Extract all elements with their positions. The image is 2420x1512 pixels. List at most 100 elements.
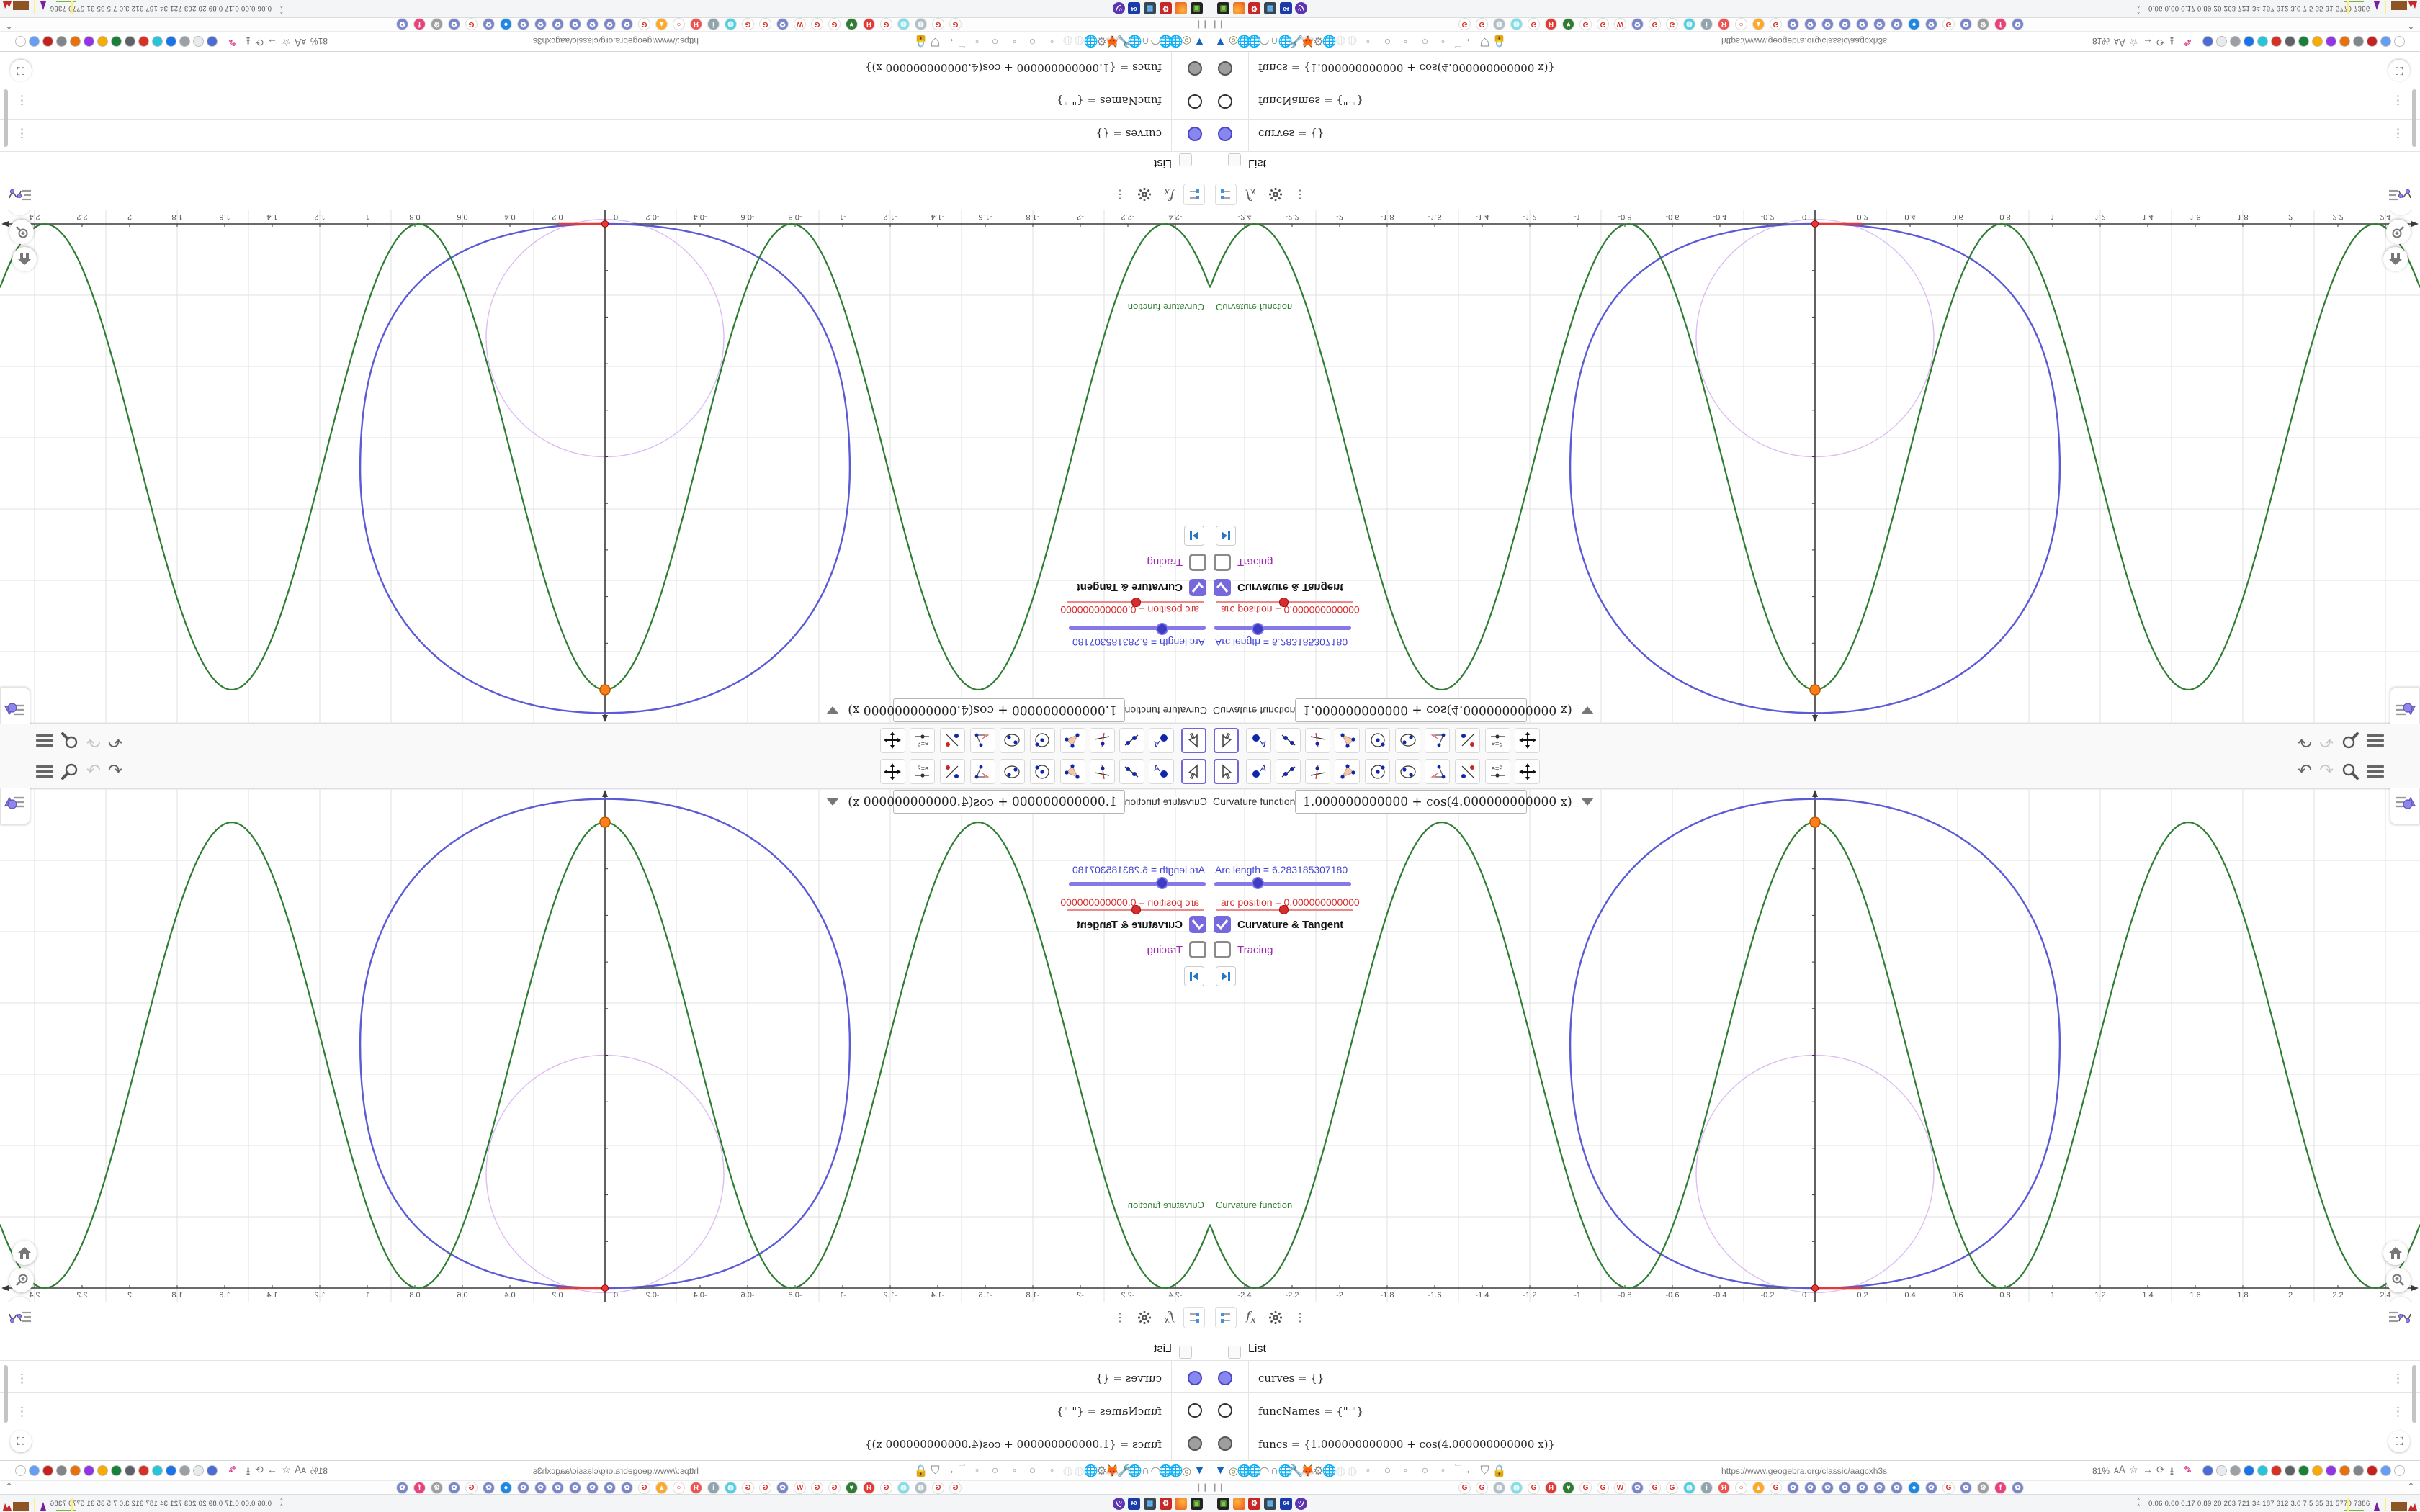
function-dropdown[interactable]: 1.000000000000 + cos(4.000000000000 x) — [1295, 698, 1594, 722]
extension-icon[interactable] — [42, 36, 53, 47]
visibility-toggle-curves[interactable] — [1188, 1371, 1202, 1385]
visibility-toggle-curves[interactable] — [1218, 1371, 1232, 1385]
extension-icon[interactable] — [2285, 1465, 2295, 1476]
collapse-chevron-icon[interactable]: ⌃ — [2407, 1481, 2415, 1493]
extension-icon[interactable]: ⛉ — [1478, 1464, 1492, 1477]
tab-favicon[interactable]: G — [932, 18, 944, 30]
tab-favicon[interactable]: ✿ — [1839, 1482, 1851, 1494]
extension-icon[interactable]: ▼ — [1193, 35, 1206, 48]
home-button[interactable] — [12, 247, 37, 271]
algebra-scrollbar[interactable] — [4, 89, 8, 147]
extension-icon[interactable]: ⛉ — [1478, 35, 1492, 48]
extension-icon[interactable] — [42, 1465, 53, 1476]
forward-icon[interactable]: → — [2143, 37, 2153, 48]
tab-favicon[interactable]: G — [811, 18, 823, 30]
taskbar-app-6[interactable]: ツ — [1113, 1498, 1125, 1510]
extension-icon[interactable] — [2394, 36, 2405, 47]
tab-favicon[interactable]: i — [1700, 18, 1713, 30]
taskbar-app-1[interactable]: ▣ — [1191, 2, 1203, 14]
line-tool-button[interactable] — [1119, 728, 1144, 753]
tab-favicon[interactable]: ○ — [1735, 18, 1747, 30]
tab-favicon[interactable]: f — [413, 18, 426, 30]
step-forward-button[interactable] — [1184, 526, 1204, 546]
function-dropdown[interactable]: 1.000000000000 + cos(4.000000000000 x) — [826, 698, 1125, 722]
extension-icon[interactable] — [193, 1465, 204, 1476]
extension-icon[interactable] — [2285, 36, 2295, 47]
tab-favicon[interactable]: G — [1770, 1482, 1782, 1494]
tab-favicon[interactable]: ✿ — [1821, 18, 1834, 30]
tab-favicon[interactable]: ○ — [673, 18, 685, 30]
extension-icon[interactable] — [70, 36, 81, 47]
translate-icon[interactable]: 🗚 — [295, 1464, 306, 1476]
tab-favicon[interactable]: ✿ — [1804, 1482, 1816, 1494]
extension-icon[interactable] — [2339, 1465, 2350, 1476]
tab-favicon[interactable]: ✿ — [448, 1482, 460, 1494]
curvature-tangent-checkbox[interactable] — [1189, 916, 1206, 933]
circle-tool-button[interactable] — [1365, 759, 1390, 784]
polygon-tool-button[interactable] — [1060, 759, 1085, 784]
step-forward-button[interactable] — [1184, 966, 1204, 986]
tab-favicon[interactable]: ✿ — [534, 1482, 547, 1494]
tab-favicon[interactable]: ✿ — [1821, 1482, 1834, 1494]
extension-icon[interactable] — [2312, 1465, 2323, 1476]
extension-icon[interactable]: ← — [943, 1464, 956, 1477]
row-menu-funcnames[interactable]: ⋮ — [2392, 1405, 2404, 1419]
collapse-chevron-icon[interactable]: ⌃ — [5, 19, 13, 31]
tab-favicon[interactable]: ✿ — [517, 18, 529, 30]
tab-favicon[interactable]: ✿ — [1960, 1482, 1972, 1494]
row-menu-funcnames[interactable]: ⋮ — [16, 93, 28, 107]
circle-tool-button[interactable] — [1365, 728, 1390, 753]
tab-favicon[interactable]: ⚙ — [431, 1482, 443, 1494]
address-bar-url[interactable]: https://www.geogebra.org/classic/aagcxh3… — [533, 1466, 699, 1476]
tab-favicon[interactable]: W — [794, 18, 806, 30]
line-tool-button[interactable] — [1119, 759, 1144, 784]
move-tool-button[interactable] — [1181, 728, 1206, 753]
extension-icon[interactable]: ○ — [1381, 1464, 1394, 1477]
extension-icon[interactable] — [2367, 1465, 2378, 1476]
tab-favicon[interactable]: G — [828, 18, 841, 30]
extension-icon[interactable] — [166, 1465, 176, 1476]
tab-favicon[interactable]: ✿ — [604, 18, 616, 30]
extension-icon[interactable]: ◦ — [1361, 1464, 1375, 1477]
tab-favicon[interactable]: G — [1579, 18, 1592, 30]
visibility-toggle-funcs[interactable] — [1188, 1436, 1202, 1451]
address-bar-url[interactable]: https://www.geogebra.org/classic/aagcxh3… — [1721, 36, 1887, 46]
tab-favicon[interactable]: ✿ — [1631, 18, 1644, 30]
tab-favicon[interactable]: G — [1770, 18, 1782, 30]
tab-favicon[interactable]: ◍ — [897, 1482, 910, 1494]
collapse-list-button[interactable]: − — [1179, 1346, 1192, 1359]
tab-favicon[interactable]: G — [1942, 18, 1955, 30]
algebra-row-curves[interactable]: curves = {} — [1258, 127, 1324, 140]
tab-favicon[interactable]: G — [742, 1482, 754, 1494]
home-button[interactable] — [12, 1241, 37, 1265]
tab-favicon[interactable]: Я — [1718, 18, 1730, 30]
algebra-view-button[interactable] — [2387, 184, 2413, 205]
tab-favicon[interactable]: G — [880, 1482, 892, 1494]
taskbar-app-firefox[interactable] — [1175, 1498, 1187, 1510]
extension-icon[interactable] — [2202, 36, 2213, 47]
extension-icon[interactable] — [2216, 36, 2227, 47]
polygon-tool-button[interactable] — [1335, 728, 1360, 753]
extension-icon[interactable] — [207, 1465, 218, 1476]
tab-favicon[interactable]: ✿ — [552, 1482, 564, 1494]
tab-favicon[interactable]: i — [707, 18, 720, 30]
tab-favicon[interactable]: Я — [863, 1482, 875, 1494]
tab-favicon[interactable]: ✿ — [586, 1482, 599, 1494]
tab-favicon[interactable]: ◍ — [897, 18, 910, 30]
extension-icon[interactable]: ⛉ — [928, 1464, 942, 1477]
taskbar-app-5[interactable]: 64 — [1280, 2, 1292, 14]
tab-favicon[interactable]: ✿ — [604, 1482, 616, 1494]
tab-favicon[interactable]: ● — [1908, 18, 1920, 30]
extension-icon[interactable] — [2257, 36, 2268, 47]
visibility-toggle-funcnames[interactable] — [1188, 94, 1202, 109]
fx-button[interactable]: fx — [1158, 184, 1180, 205]
tab-favicon[interactable]: ✿ — [483, 1482, 495, 1494]
address-bar-url[interactable]: https://www.geogebra.org/classic/aagcxh3… — [1721, 1466, 1887, 1476]
extension-icon[interactable]: ◦ — [970, 1464, 984, 1477]
extension-icon[interactable]: ▼ — [1193, 1464, 1206, 1477]
redo-button[interactable]: ↷ — [2319, 762, 2334, 780]
main-menu-button[interactable] — [35, 732, 53, 750]
tab-favicon[interactable]: f — [1994, 1482, 2007, 1494]
curvature-tangent-checkbox[interactable] — [1189, 579, 1206, 596]
tab-favicon[interactable]: ▲ — [655, 18, 668, 30]
